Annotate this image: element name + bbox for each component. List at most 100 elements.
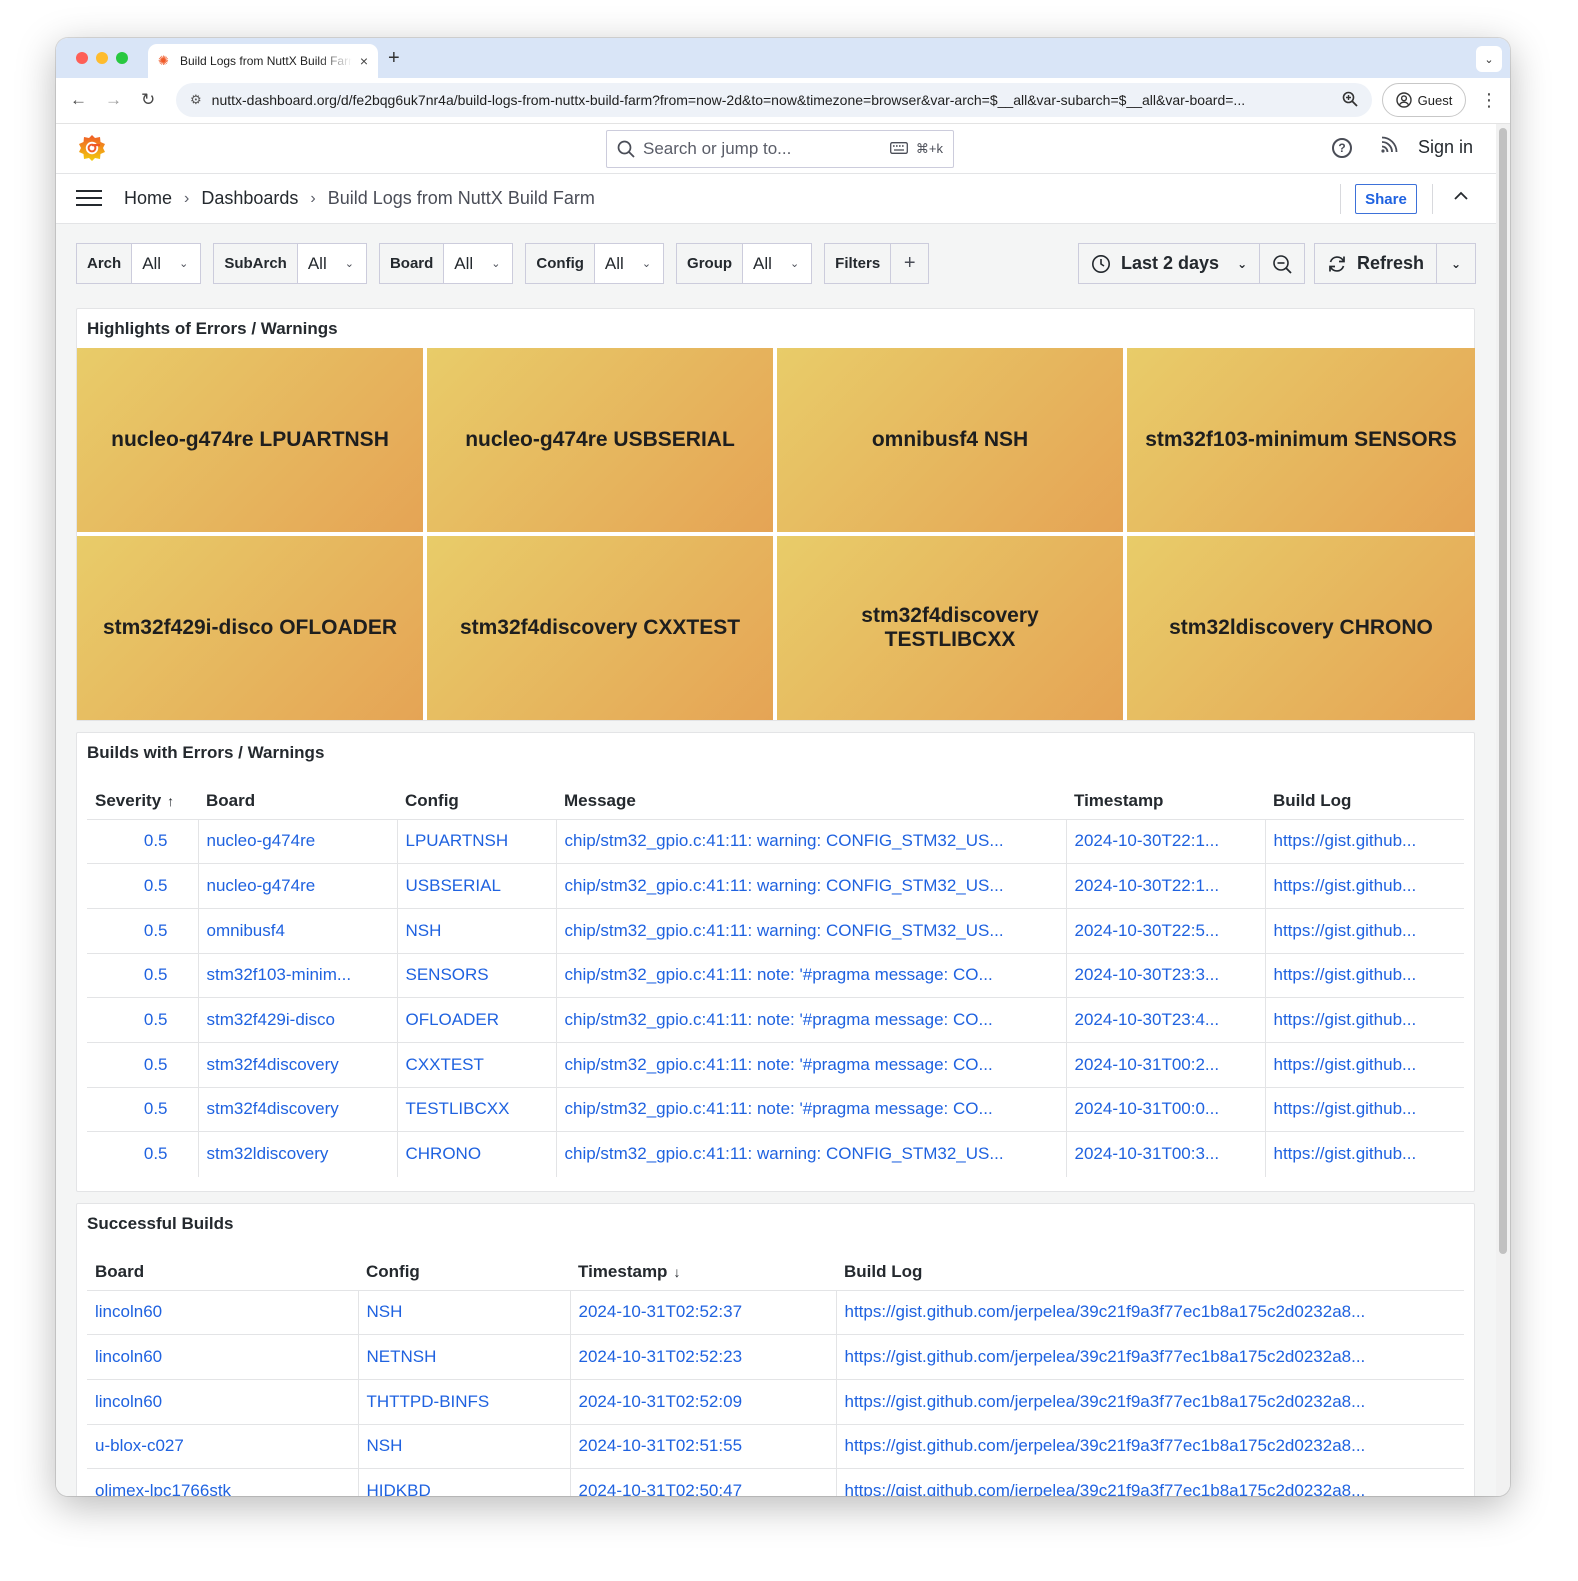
column-header-severity[interactable]: Severity ↑ (87, 783, 198, 819)
table-cell-link[interactable]: chip/stm32_gpio.c:41:11: warning: CONFIG… (555, 863, 1066, 909)
column-header-message[interactable]: Message (556, 783, 1066, 819)
menu-hamburger-icon[interactable] (76, 190, 102, 208)
forward-arrow-icon[interactable]: → (105, 90, 122, 110)
table-cell-link[interactable]: HIDKBD (357, 1468, 570, 1496)
table-cell-link[interactable]: 0.5 (87, 863, 198, 909)
close-window-button[interactable] (76, 52, 88, 64)
site-settings-icon[interactable]: ⚙ (190, 92, 202, 108)
table-cell-link[interactable]: https://gist.github... (1264, 997, 1464, 1043)
table-cell-link[interactable]: 2024-10-31T02:50:47 (569, 1468, 836, 1496)
table-cell-link[interactable]: lincoln60 (87, 1334, 358, 1380)
reload-icon[interactable]: ↻ (141, 90, 155, 110)
address-bar[interactable]: ⚙ nuttx-dashboard.org/d/fe2bqg6uk7nr4a/b… (176, 83, 1372, 117)
table-cell-link[interactable]: chip/stm32_gpio.c:41:11: warning: CONFIG… (555, 818, 1066, 864)
table-cell-link[interactable]: chip/stm32_gpio.c:41:11: note: '#pragma … (555, 952, 1066, 998)
variable-select[interactable]: All ⌄ (743, 243, 813, 284)
table-cell-link[interactable]: OFLOADER (396, 997, 556, 1043)
table-cell-link[interactable]: LPUARTNSH (396, 818, 556, 864)
table-cell-link[interactable]: CXXTEST (396, 1041, 556, 1088)
highlight-tile[interactable]: nucleo-g474re LPUARTNSH (77, 348, 423, 532)
table-cell-link[interactable]: USBSERIAL (396, 863, 556, 909)
table-cell-link[interactable]: 2024-10-31T02:52:09 (569, 1378, 836, 1425)
add-filter-button[interactable]: + (891, 243, 930, 284)
column-header-build-log[interactable]: Build Log (836, 1254, 1464, 1290)
highlight-tile[interactable]: stm32f4discovery CXXTEST (427, 536, 773, 720)
table-cell-link[interactable]: 0.5 (87, 1131, 198, 1177)
variable-select[interactable]: All ⌄ (444, 243, 514, 284)
table-cell-link[interactable]: https://gist.github... (1264, 1131, 1464, 1177)
table-cell-link[interactable]: chip/stm32_gpio.c:41:11: warning: CONFIG… (555, 907, 1066, 954)
zoom-out-button[interactable] (1260, 243, 1306, 284)
column-header-board[interactable]: Board (87, 1254, 358, 1290)
table-cell-link[interactable]: 2024-10-30T22:1... (1065, 863, 1265, 909)
table-cell-link[interactable]: chip/stm32_gpio.c:41:11: warning: CONFIG… (555, 1131, 1066, 1177)
column-header-config[interactable]: Config (397, 783, 556, 819)
table-cell-link[interactable]: THTTPD-BINFS (357, 1378, 570, 1425)
share-button[interactable]: Share (1355, 184, 1417, 214)
table-cell-link[interactable]: stm32f4discovery (197, 1086, 397, 1132)
table-cell-link[interactable]: 2024-10-31T00:0... (1065, 1086, 1265, 1132)
table-cell-link[interactable]: NSH (357, 1423, 570, 1469)
table-cell-link[interactable]: https://gist.github... (1264, 1041, 1464, 1088)
table-cell-link[interactable]: 0.5 (87, 907, 198, 954)
table-cell-link[interactable]: lincoln60 (87, 1378, 358, 1425)
table-cell-link[interactable]: 2024-10-31T00:3... (1065, 1131, 1265, 1177)
rss-icon[interactable] (1380, 136, 1398, 159)
column-header-timestamp[interactable]: Timestamp (1066, 783, 1265, 819)
table-cell-link[interactable]: 2024-10-31T00:2... (1065, 1041, 1265, 1088)
table-cell-link[interactable]: lincoln60 (87, 1289, 358, 1335)
page-scrollbar[interactable] (1496, 124, 1510, 1496)
help-icon[interactable]: ? (1332, 138, 1352, 158)
table-cell-link[interactable]: olimex-lpc1766stk (87, 1468, 358, 1496)
sign-in-link[interactable]: Sign in (1418, 137, 1473, 158)
table-cell-link[interactable]: omnibusf4 (197, 907, 397, 954)
column-header-timestamp[interactable]: Timestamp ↓ (570, 1254, 836, 1290)
back-arrow-icon[interactable]: ← (70, 90, 87, 110)
grafana-logo-icon[interactable] (76, 132, 108, 164)
table-cell-link[interactable]: https://gist.github.com/jerpelea/39c21f9… (835, 1423, 1464, 1469)
minimize-window-button[interactable] (96, 52, 108, 64)
highlight-tile[interactable]: stm32f429i-disco OFLOADER (77, 536, 423, 720)
variable-select[interactable]: All ⌄ (297, 243, 367, 284)
table-cell-link[interactable]: 0.5 (87, 997, 198, 1043)
tab-search-chevron-icon[interactable]: ⌄ (1476, 46, 1502, 72)
table-cell-link[interactable]: 2024-10-31T02:51:55 (569, 1423, 836, 1469)
table-cell-link[interactable]: nucleo-g474re (197, 818, 397, 864)
tab-close-icon[interactable]: × (360, 53, 368, 69)
table-cell-link[interactable]: https://gist.github... (1264, 907, 1464, 954)
table-cell-link[interactable]: chip/stm32_gpio.c:41:11: note: '#pragma … (555, 997, 1066, 1043)
scrollbar-thumb[interactable] (1499, 128, 1507, 1254)
search-input[interactable]: Search or jump to... ⌘+k (606, 130, 954, 168)
table-cell-link[interactable]: https://gist.github... (1264, 863, 1464, 909)
new-tab-button[interactable]: + (388, 47, 400, 70)
table-cell-link[interactable]: 0.5 (87, 1086, 198, 1132)
table-cell-link[interactable]: stm32ldiscovery (197, 1131, 397, 1177)
refresh-interval-button[interactable]: ⌄ (1437, 243, 1477, 284)
table-cell-link[interactable]: https://gist.github.com/jerpelea/39c21f9… (835, 1334, 1464, 1380)
variable-select[interactable]: All ⌄ (132, 243, 202, 284)
table-cell-link[interactable]: nucleo-g474re (197, 863, 397, 909)
highlight-tile[interactable]: stm32f103-minimum SENSORS (1127, 348, 1475, 532)
table-cell-link[interactable]: 2024-10-30T23:4... (1065, 997, 1265, 1043)
column-header-build-log[interactable]: Build Log (1265, 783, 1464, 819)
table-cell-link[interactable]: NSH (357, 1289, 570, 1335)
table-cell-link[interactable]: 2024-10-30T23:3... (1065, 952, 1265, 998)
table-cell-link[interactable]: chip/stm32_gpio.c:41:11: note: '#pragma … (555, 1041, 1066, 1088)
table-cell-link[interactable]: https://gist.github... (1264, 1086, 1464, 1132)
table-cell-link[interactable]: stm32f429i-disco (197, 997, 397, 1043)
maximize-window-button[interactable] (116, 52, 128, 64)
table-cell-link[interactable]: 2024-10-31T02:52:37 (569, 1289, 836, 1335)
breadcrumb-home[interactable]: Home (124, 188, 172, 209)
table-cell-link[interactable]: SENSORS (396, 952, 556, 998)
chevron-up-icon[interactable] (1454, 187, 1468, 205)
table-cell-link[interactable]: 0.5 (87, 952, 198, 998)
highlight-tile[interactable]: omnibusf4 NSH (777, 348, 1123, 532)
refresh-button[interactable]: Refresh (1314, 243, 1438, 284)
table-cell-link[interactable]: CHRONO (396, 1131, 556, 1177)
table-cell-link[interactable]: 2024-10-30T22:1... (1065, 818, 1265, 864)
table-cell-link[interactable]: NETNSH (357, 1334, 570, 1380)
zoom-icon[interactable] (1342, 91, 1358, 110)
table-cell-link[interactable]: https://gist.github.com/jerpelea/39c21f9… (835, 1378, 1464, 1425)
table-cell-link[interactable]: 2024-10-30T22:5... (1065, 907, 1265, 954)
table-cell-link[interactable]: u-blox-c027 (87, 1423, 358, 1469)
